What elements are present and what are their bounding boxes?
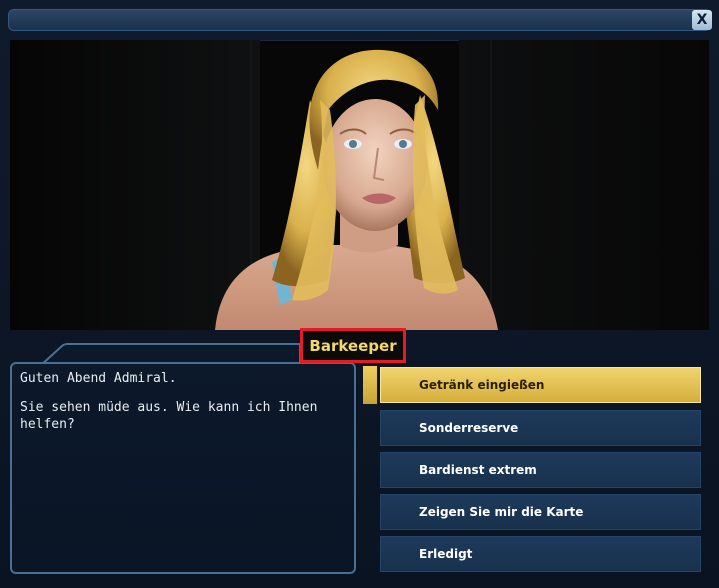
option-bardienst-extrem[interactable]: Bardienst extrem (380, 452, 701, 488)
option-label: Bardienst extrem (419, 463, 537, 477)
close-button[interactable]: X (692, 10, 712, 30)
option-zeigen-karte[interactable]: Zeigen Sie mir die Karte (380, 494, 701, 530)
selection-marker (363, 366, 377, 404)
close-icon: X (696, 12, 708, 28)
npc-name: Barkeeper (309, 336, 397, 355)
option-label: Sonderreserve (419, 421, 519, 435)
option-sonderreserve[interactable]: Sonderreserve (380, 410, 701, 446)
option-label: Erledigt (419, 547, 473, 561)
character-image (215, 49, 498, 330)
option-erledigt[interactable]: Erledigt (380, 536, 701, 572)
title-bar[interactable] (8, 9, 711, 31)
option-label: Getränk eingießen (419, 378, 545, 392)
npc-portrait (10, 40, 709, 330)
option-getraenk-eingiessen[interactable]: Getränk eingießen (380, 367, 701, 403)
dialog-line: Guten Abend Admiral. (20, 371, 177, 386)
dialog-text: Guten Abend Admiral. Sie sehen müde aus.… (20, 370, 350, 445)
dialog-window: X Guten Abend Admiral. Sie sehen müde au… (0, 0, 719, 588)
dialog-line: Sie sehen müde aus. Wie kann ich Ihnen h… (20, 400, 318, 432)
option-label: Zeigen Sie mir die Karte (419, 505, 584, 519)
npc-name-plate: Barkeeper (300, 328, 406, 363)
